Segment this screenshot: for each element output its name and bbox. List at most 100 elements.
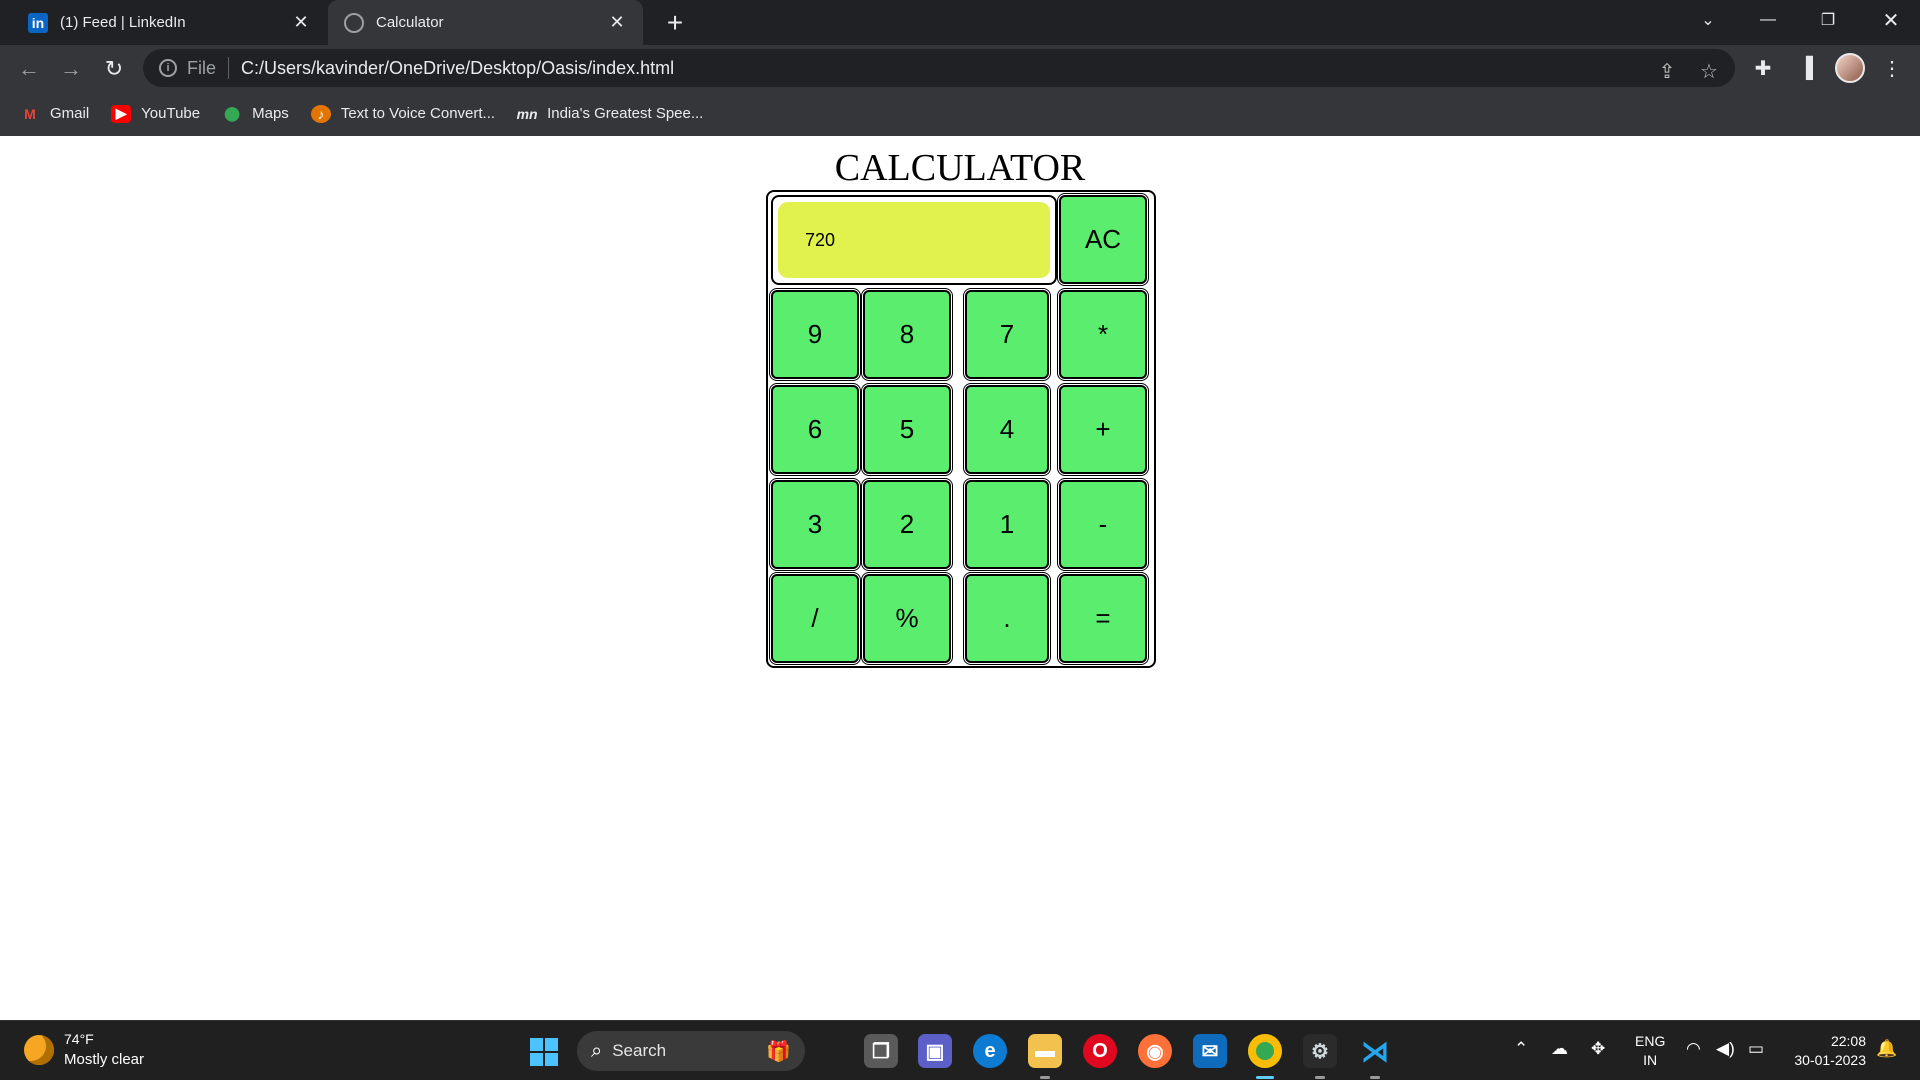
linkedin-icon: in [28, 12, 48, 33]
wifi-icon[interactable]: ◠ [1686, 1039, 1701, 1059]
settings-gear-icon[interactable]: ⚙ [1303, 1034, 1337, 1068]
youtube-icon: ▶ [111, 104, 132, 123]
edge-icon[interactable]: e [973, 1034, 1007, 1068]
key-9[interactable]: 9 [769, 288, 861, 381]
bookmark-indias-greatest[interactable]: mn India's Greatest Spee... [516, 105, 704, 123]
browser-toolbar: ← → ↻ i File C:/Users/kavinder/OneDrive/… [0, 45, 1920, 91]
bookmark-label: YouTube [141, 105, 201, 122]
battery-icon[interactable]: ▭ [1748, 1039, 1764, 1059]
key-7[interactable]: 7 [963, 288, 1051, 381]
clock-time: 22:08 [1830, 1033, 1866, 1049]
file-explorer-icon[interactable]: ▬ [1028, 1034, 1062, 1068]
profile-avatar[interactable] [1835, 53, 1865, 83]
minimize-button[interactable]: — [1743, 0, 1793, 40]
display-frame: 720 [771, 195, 1057, 285]
share-icon[interactable]: ⇪ [1654, 58, 1680, 84]
taskbar-search[interactable]: ⌕ Search 🎁 [577, 1031, 805, 1071]
omnibox-separator [228, 57, 230, 79]
multiply-button[interactable]: * [1057, 288, 1149, 381]
tab-search-icon[interactable]: ⌄ [1683, 0, 1733, 40]
system-clock[interactable]: 22:08 30-01-2023 [1782, 1032, 1866, 1070]
search-highlight-icon: 🎁 [766, 1040, 791, 1063]
close-tab-icon[interactable]: ✕ [289, 11, 313, 35]
key-2[interactable]: 2 [861, 478, 953, 571]
language-code: ENG [1635, 1033, 1666, 1049]
new-tab-button[interactable]: + [660, 7, 690, 38]
key-6[interactable]: 6 [769, 383, 861, 476]
close-tab-icon[interactable]: ✕ [605, 11, 629, 35]
language-indicator[interactable]: ENG IN [1635, 1032, 1665, 1070]
reload-icon[interactable]: ↻ [98, 53, 130, 85]
bookmark-label: Gmail [50, 105, 90, 122]
url-scheme: File [187, 57, 217, 78]
minus-button[interactable]: - [1057, 478, 1149, 571]
globe-icon [344, 12, 364, 33]
key-4[interactable]: 4 [963, 383, 1051, 476]
running-indicator [1370, 1076, 1380, 1079]
text-to-voice-icon: ♪ [310, 104, 331, 123]
clear-button[interactable]: AC [1057, 193, 1149, 286]
maps-icon: ⬤ [224, 105, 240, 121]
back-icon[interactable]: ← [13, 53, 45, 85]
key-3[interactable]: 3 [769, 478, 861, 571]
bookmarks-bar: M Gmail ▶ YouTube ⬤ Maps ♪ Text to Voice… [0, 91, 1920, 136]
extensions-icon[interactable]: ✚ [1748, 53, 1778, 83]
browser-tab-strip: in (1) Feed | LinkedIn ✕ Calculator ✕ + … [0, 0, 1920, 45]
bookmark-label: Maps [252, 105, 289, 122]
key-5[interactable]: 5 [861, 383, 953, 476]
calculator-display[interactable]: 720 [778, 202, 1050, 278]
menu-kebab-icon[interactable]: ⋮ [1877, 53, 1907, 83]
divide-button[interactable]: / [769, 572, 861, 665]
side-panel-icon[interactable]: ▐ [1791, 53, 1821, 83]
bookmark-star-icon[interactable]: ☆ [1696, 58, 1722, 84]
close-window-button[interactable]: ✕ [1866, 0, 1916, 40]
teams-chat-icon[interactable]: ▣ [918, 1034, 952, 1068]
tab-title: Calculator [376, 14, 444, 31]
mail-icon[interactable]: ✉ [1193, 1034, 1227, 1068]
vscode-icon[interactable]: ⋊ [1358, 1034, 1392, 1068]
calculator: 720 AC 9 8 7 * 6 5 4 + 3 2 1 - / % . = [766, 190, 1156, 668]
page-content: CALCULATOR 720 AC 9 8 7 * 6 5 4 + 3 2 1 … [0, 136, 1920, 1020]
windows-taskbar: 74°F Mostly clear ⌕ Search 🎁 ❐ ▣ e ▬ O ◉… [0, 1020, 1920, 1080]
tab-title: (1) Feed | LinkedIn [60, 14, 186, 31]
site-info-icon[interactable]: i [159, 59, 177, 77]
forward-icon[interactable]: → [55, 53, 87, 85]
tab-linkedin[interactable]: in (1) Feed | LinkedIn ✕ [12, 0, 327, 45]
bookmark-youtube[interactable]: ▶ YouTube [111, 104, 201, 123]
bookmark-gmail[interactable]: M Gmail [20, 105, 89, 123]
dropbox-icon[interactable]: ✥ [1591, 1039, 1605, 1059]
key-1[interactable]: 1 [963, 478, 1051, 571]
tab-calculator[interactable]: Calculator ✕ [328, 0, 643, 45]
key-8[interactable]: 8 [861, 288, 953, 381]
chrome-icon[interactable] [1248, 1034, 1282, 1068]
firefox-icon[interactable]: ◉ [1138, 1034, 1172, 1068]
bookmark-maps[interactable]: ⬤ Maps [222, 105, 289, 123]
search-icon: ⌕ [591, 1039, 603, 1062]
mn-icon: mn [516, 105, 538, 122]
weather-description[interactable]: Mostly clear [64, 1051, 144, 1068]
weather-temperature[interactable]: 74°F [64, 1031, 94, 1047]
bookmark-label: Text to Voice Convert... [340, 105, 496, 122]
page-title: CALCULATOR [834, 147, 1086, 189]
decimal-button[interactable]: . [963, 572, 1051, 665]
onedrive-cloud-icon[interactable]: ☁ [1551, 1039, 1568, 1059]
language-region: IN [1643, 1052, 1658, 1068]
running-indicator [1040, 1076, 1050, 1079]
volume-icon[interactable]: ◀) [1716, 1039, 1735, 1059]
equals-button[interactable]: = [1057, 572, 1149, 665]
url-text[interactable]: C:/Users/kavinder/OneDrive/Desktop/Oasis… [241, 58, 674, 79]
address-bar[interactable]: i File C:/Users/kavinder/OneDrive/Deskto… [143, 49, 1735, 87]
restore-button[interactable]: ❐ [1803, 0, 1853, 40]
search-label: Search [612, 1041, 667, 1060]
bookmark-label: India's Greatest Spee... [547, 105, 704, 122]
clock-date: 30-01-2023 [1794, 1052, 1866, 1068]
notifications-icon[interactable]: 🔔 [1876, 1039, 1897, 1059]
bookmark-text-to-voice[interactable]: ♪ Text to Voice Convert... [310, 104, 496, 123]
percent-button[interactable]: % [861, 572, 953, 665]
start-button[interactable] [530, 1038, 558, 1066]
weather-moon-icon[interactable] [24, 1035, 54, 1065]
task-view-icon[interactable]: ❐ [864, 1034, 898, 1068]
opera-icon[interactable]: O [1083, 1034, 1117, 1068]
plus-button[interactable]: + [1057, 383, 1149, 476]
chevron-up-icon[interactable]: ⌃ [1514, 1039, 1528, 1059]
